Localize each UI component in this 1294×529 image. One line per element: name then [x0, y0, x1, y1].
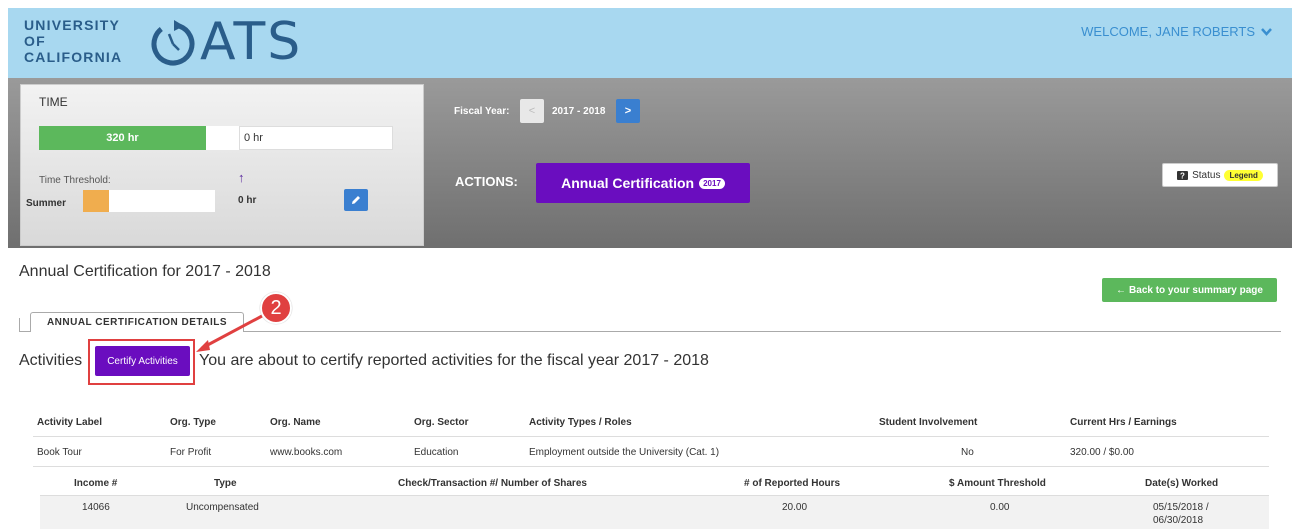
time-threshold-label: Time Threshold:	[39, 175, 111, 186]
fiscal-year-value: 2017 - 2018	[552, 106, 606, 117]
uc-logo: UNIVERSITY OF CALIFORNIA	[24, 17, 122, 65]
arrow-up-icon: ↑	[238, 170, 245, 185]
certify-message: You are about to certify reported activi…	[199, 352, 709, 369]
app-name: ATS	[200, 12, 303, 72]
hours-bar-remainder	[206, 126, 239, 150]
back-to-summary-label: Back to your summary page	[1129, 284, 1263, 296]
cell-org-name: www.books.com	[270, 447, 343, 458]
annual-certification-button[interactable]: Annual Certification 2017	[536, 163, 750, 203]
cell-activity-types: Employment outside the University (Cat. …	[529, 447, 720, 458]
col-check-transaction: Check/Transaction #/ Number of Shares	[398, 478, 587, 489]
activities-label: Activities	[19, 352, 83, 369]
col-org-sector: Org. Sector	[414, 417, 469, 428]
col-dates-worked: Date(s) Worked	[1145, 478, 1219, 489]
cell-dates-worked-end: 06/30/2018	[1153, 515, 1204, 526]
col-current-hrs: Current Hrs / Earnings	[1070, 417, 1177, 428]
logo-line-1: UNIVERSITY	[24, 17, 121, 33]
summer-bar	[83, 190, 215, 212]
annual-certification-label: Annual Certification	[561, 175, 695, 191]
summer-hours: 0 hr	[238, 195, 257, 206]
time-title: TIME	[39, 95, 68, 109]
welcome-text: WELCOME, JANE ROBERTS	[1081, 24, 1255, 39]
summary-panel: TIME 320 hr 0 hr Time Threshold: ↑ Summe…	[8, 78, 1292, 248]
col-income-number: Income #	[74, 478, 118, 489]
edit-threshold-button[interactable]	[344, 189, 368, 211]
cell-amount-threshold: 0.00	[990, 502, 1010, 513]
year-badge: 2017	[699, 177, 725, 189]
step-callout: 2	[260, 292, 292, 324]
prev-year-button[interactable]: <	[520, 99, 544, 123]
svg-text:?: ?	[1180, 171, 1185, 180]
summer-bar-fill	[83, 190, 109, 212]
reported-hours-bar: 320 hr	[39, 126, 206, 150]
status-legend-button[interactable]: ? Status Legend	[1162, 163, 1278, 187]
user-menu[interactable]: WELCOME, JANE ROBERTS	[1081, 24, 1272, 39]
cell-student-involvement: No	[961, 447, 974, 458]
back-to-summary-button[interactable]: ← Back to your summary page	[1102, 278, 1277, 302]
tab-border-left	[19, 318, 20, 331]
time-box: TIME 320 hr 0 hr Time Threshold: ↑ Summe…	[20, 84, 424, 246]
actions-label: ACTIONS:	[455, 174, 518, 189]
chevron-down-icon	[1261, 27, 1272, 36]
col-amount-threshold: $ Amount Threshold	[949, 478, 1046, 489]
header-divider	[33, 436, 1269, 437]
col-activity-types: Activity Types / Roles	[529, 417, 632, 428]
remaining-hours-bar: 0 hr	[239, 126, 393, 150]
page-title: Annual Certification for 2017 - 2018	[19, 263, 271, 280]
fiscal-year-label: Fiscal Year:	[454, 106, 510, 117]
cell-type: Uncompensated	[186, 502, 259, 513]
next-year-button[interactable]: >	[616, 99, 640, 123]
cell-org-sector: Education	[414, 447, 459, 458]
cell-current-hrs: 320.00 / $0.00	[1070, 447, 1134, 458]
help-icon: ?	[1177, 170, 1189, 180]
callout-arrow-icon	[196, 314, 263, 352]
col-student-involvement: Student Involvement	[879, 417, 978, 428]
clock-logo-icon	[151, 20, 195, 66]
cell-reported-hours: 20.00	[782, 502, 808, 513]
pencil-icon	[352, 196, 360, 204]
col-org-name: Org. Name	[270, 417, 321, 428]
cell-income-number: 14066	[82, 502, 110, 513]
cell-org-type: For Profit	[170, 447, 212, 458]
col-org-type: Org. Type	[170, 417, 216, 428]
logo-line-2: OF	[24, 33, 46, 49]
cell-dates-worked-start: 05/15/2018 /	[1153, 502, 1209, 513]
logo-line-3: CALIFORNIA	[24, 49, 123, 65]
row-divider	[33, 466, 1269, 467]
col-reported-hours: # of Reported Hours	[744, 478, 841, 489]
app-header: UNIVERSITY OF CALIFORNIA ATS WELCOME, JA…	[8, 8, 1292, 78]
cell-activity-label: Book Tour	[37, 447, 82, 458]
arrow-left-icon: ←	[1116, 284, 1127, 296]
oats-logo: ATS	[148, 16, 302, 68]
certify-activities-button[interactable]: Certify Activities	[95, 346, 190, 376]
col-activity-label: Activity Label	[37, 417, 103, 428]
col-type: Type	[214, 478, 237, 489]
summer-label: Summer	[26, 198, 67, 209]
legend-badge: Legend	[1224, 169, 1263, 181]
status-text: Status	[1192, 169, 1221, 181]
